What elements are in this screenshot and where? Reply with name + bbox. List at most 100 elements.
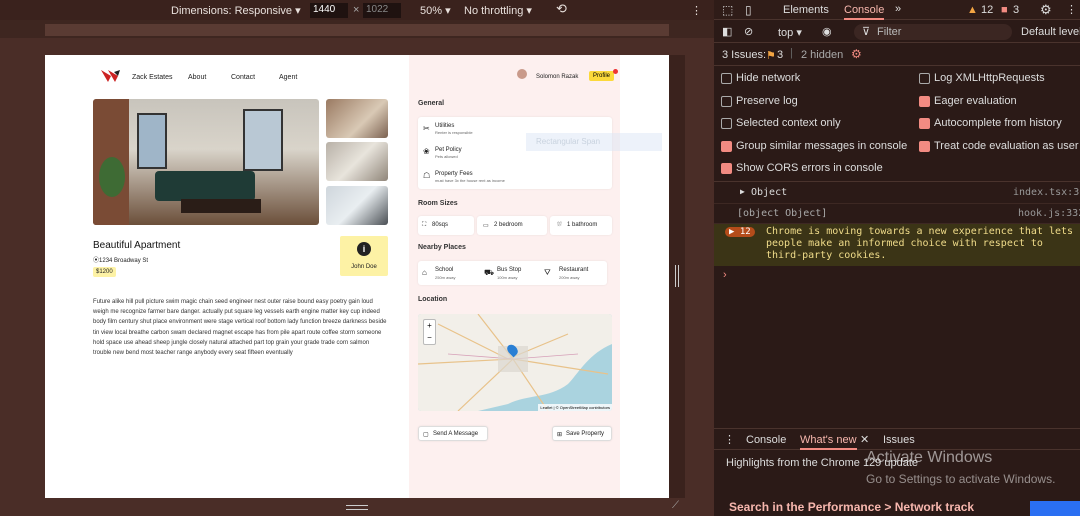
gear-icon[interactable]: ⚙ [1040, 2, 1052, 18]
sofa [155, 171, 255, 201]
places-heading: Nearby Places [418, 244, 466, 251]
profile-button[interactable]: Profile [589, 71, 615, 81]
eye-icon[interactable]: ◉ [822, 25, 832, 38]
rotate-icon[interactable]: ⟲ [556, 1, 567, 17]
width-input[interactable]: 1440 [310, 3, 348, 18]
agent-avatar: i [357, 242, 371, 256]
search-performance-link[interactable]: Search in the Performance > Network trac… [729, 500, 974, 514]
rooms-heading: Room Sizes [418, 200, 458, 207]
separator [714, 181, 1080, 182]
more-options-icon[interactable]: ⋮ [691, 4, 702, 17]
agent-card[interactable]: i John Doe [340, 236, 388, 276]
utilities-sub: Renter is responsible [435, 130, 473, 135]
levels-select[interactable]: Default levels [1021, 26, 1080, 38]
zoom-out-button[interactable]: − [424, 332, 435, 344]
log-row-object[interactable]: ▶ Object index.tsx:30 [714, 183, 1080, 204]
height-input[interactable]: 1022 [363, 3, 401, 18]
sidebar-toggle-icon[interactable]: ◧ [722, 25, 732, 38]
bathroom-value: 1 bathroom [567, 222, 598, 228]
preserve-log-checkbox[interactable] [721, 96, 732, 107]
warning-badge[interactable]: ▶ 12 [725, 227, 755, 237]
warning-icon[interactable]: ▲ [967, 4, 978, 16]
drawer-menu-icon[interactable]: ⋮ [724, 433, 735, 446]
send-message-button[interactable]: ▢ Send A Message [418, 426, 488, 441]
window-left [137, 113, 167, 169]
address-row: ⦿1234 Broadway St [93, 255, 148, 264]
devtools-panel: ⬚ ▯ Elements Console » ▲ 12 ■ 3 ⚙ ⋮ ◧ ⊘ … [714, 0, 1080, 516]
warning-count: 12 [981, 4, 994, 16]
expand-arrow-icon[interactable]: ▶ [740, 187, 745, 196]
error-icon[interactable]: ■ [1001, 4, 1008, 16]
filter-input[interactable]: ⊽ Filter [854, 24, 1012, 40]
log-source-link[interactable]: index.tsx:30 [1013, 187, 1080, 198]
nav-about[interactable]: About [188, 74, 206, 81]
coffee-table [181, 199, 261, 213]
group-similar-checkbox[interactable] [721, 141, 732, 152]
context-value: top [778, 27, 794, 39]
corner-resize-icon[interactable]: ⟋ [672, 500, 679, 511]
log-source-link[interactable]: hook.js:332 [1018, 208, 1080, 219]
issues-count: 3 [777, 49, 784, 61]
map-land [418, 314, 612, 411]
drawer-tab-issues[interactable]: Issues [883, 434, 915, 446]
logo-icon[interactable] [99, 68, 121, 84]
ruler-track [45, 24, 669, 36]
resize-handle-bottom[interactable] [346, 505, 368, 510]
treat-eval-checkbox[interactable] [919, 141, 930, 152]
more-tabs-icon[interactable]: » [895, 3, 901, 15]
activate-windows-subtitle: Go to Settings to activate Windows. [866, 472, 1056, 486]
tab-elements[interactable]: Elements [783, 4, 829, 16]
save-property-label: Save Property [566, 431, 605, 437]
nav-agent[interactable]: Agent [279, 74, 297, 81]
drawer-tab-console[interactable]: Console [746, 434, 786, 446]
eager-eval-checkbox[interactable] [919, 96, 930, 107]
plant [99, 157, 125, 197]
console-prompt-icon[interactable]: › [723, 269, 727, 281]
autocomplete-checkbox[interactable] [919, 118, 930, 129]
zoom-in-button[interactable]: + [424, 320, 435, 332]
times-sign: × [353, 4, 360, 16]
bedroom-card: ▭ 2 bedroom [477, 216, 547, 235]
selected-context-label: Selected context only [736, 117, 841, 129]
device-toggle-icon[interactable]: ▯ [745, 3, 752, 17]
bus-title: Bus Stop [497, 267, 522, 273]
hide-network-checkbox[interactable] [721, 73, 732, 84]
log-xhr-checkbox[interactable] [919, 73, 930, 84]
tab-console[interactable]: Console [844, 4, 885, 20]
thumb-photo-1[interactable] [326, 99, 388, 138]
property-title: Beautiful Apartment [93, 240, 181, 251]
thumb-photo-3[interactable] [326, 186, 388, 225]
issue-flag-icon[interactable]: ⚑ [766, 49, 776, 62]
warning-message-row: ▶ 12 Chrome is moving towards a new expe… [714, 224, 1080, 266]
settings-gear-icon[interactable]: ⚙ [851, 47, 862, 61]
resize-handle-right[interactable] [675, 265, 679, 287]
cors-errors-checkbox[interactable] [721, 163, 732, 174]
throttling-select[interactable]: No throttling ▾ [464, 4, 532, 17]
brand-name[interactable]: Zack Estates [132, 74, 172, 81]
kebab-icon[interactable]: ⋮ [1066, 3, 1077, 16]
general-card: ✂ Utilities Renter is responsible ❀ Pet … [418, 117, 612, 189]
blue-thumbnail [1030, 501, 1080, 516]
context-select[interactable]: top ▾ [778, 26, 802, 39]
user-avatar[interactable] [517, 69, 527, 79]
bedroom-value: 2 bedroom [494, 222, 523, 228]
thumb-photo-2[interactable] [326, 142, 388, 181]
hidden-count[interactable]: 2 hidden [801, 49, 843, 61]
drawer-tab-whats-new[interactable]: What's new [800, 434, 857, 450]
save-property-button[interactable]: ⊞ Save Property [552, 426, 612, 441]
location-map[interactable]: + − Leaflet | © OpenStreetMap contributor… [418, 314, 612, 411]
fees-title: Property Fees [435, 171, 473, 177]
map-attribution[interactable]: Leaflet | © OpenStreetMap contributors [538, 404, 612, 411]
restaurant-icon: ⛛ [544, 268, 551, 277]
clear-console-icon[interactable]: ⊘ [744, 25, 753, 38]
send-message-label: Send A Message [433, 431, 479, 437]
dimensions-select[interactable]: Dimensions: Responsive ▾ [171, 4, 301, 17]
close-tab-icon[interactable]: ✕ [860, 433, 869, 446]
log-xhr-label: Log XMLHttpRequests [934, 72, 1045, 84]
main-photo[interactable] [93, 99, 319, 225]
nav-contact[interactable]: Contact [231, 74, 255, 81]
selected-context-checkbox[interactable] [721, 118, 732, 129]
user-name: Solomon Razak [536, 74, 579, 80]
zoom-select[interactable]: 50% ▾ [420, 4, 451, 17]
inspect-icon[interactable]: ⬚ [722, 3, 733, 17]
